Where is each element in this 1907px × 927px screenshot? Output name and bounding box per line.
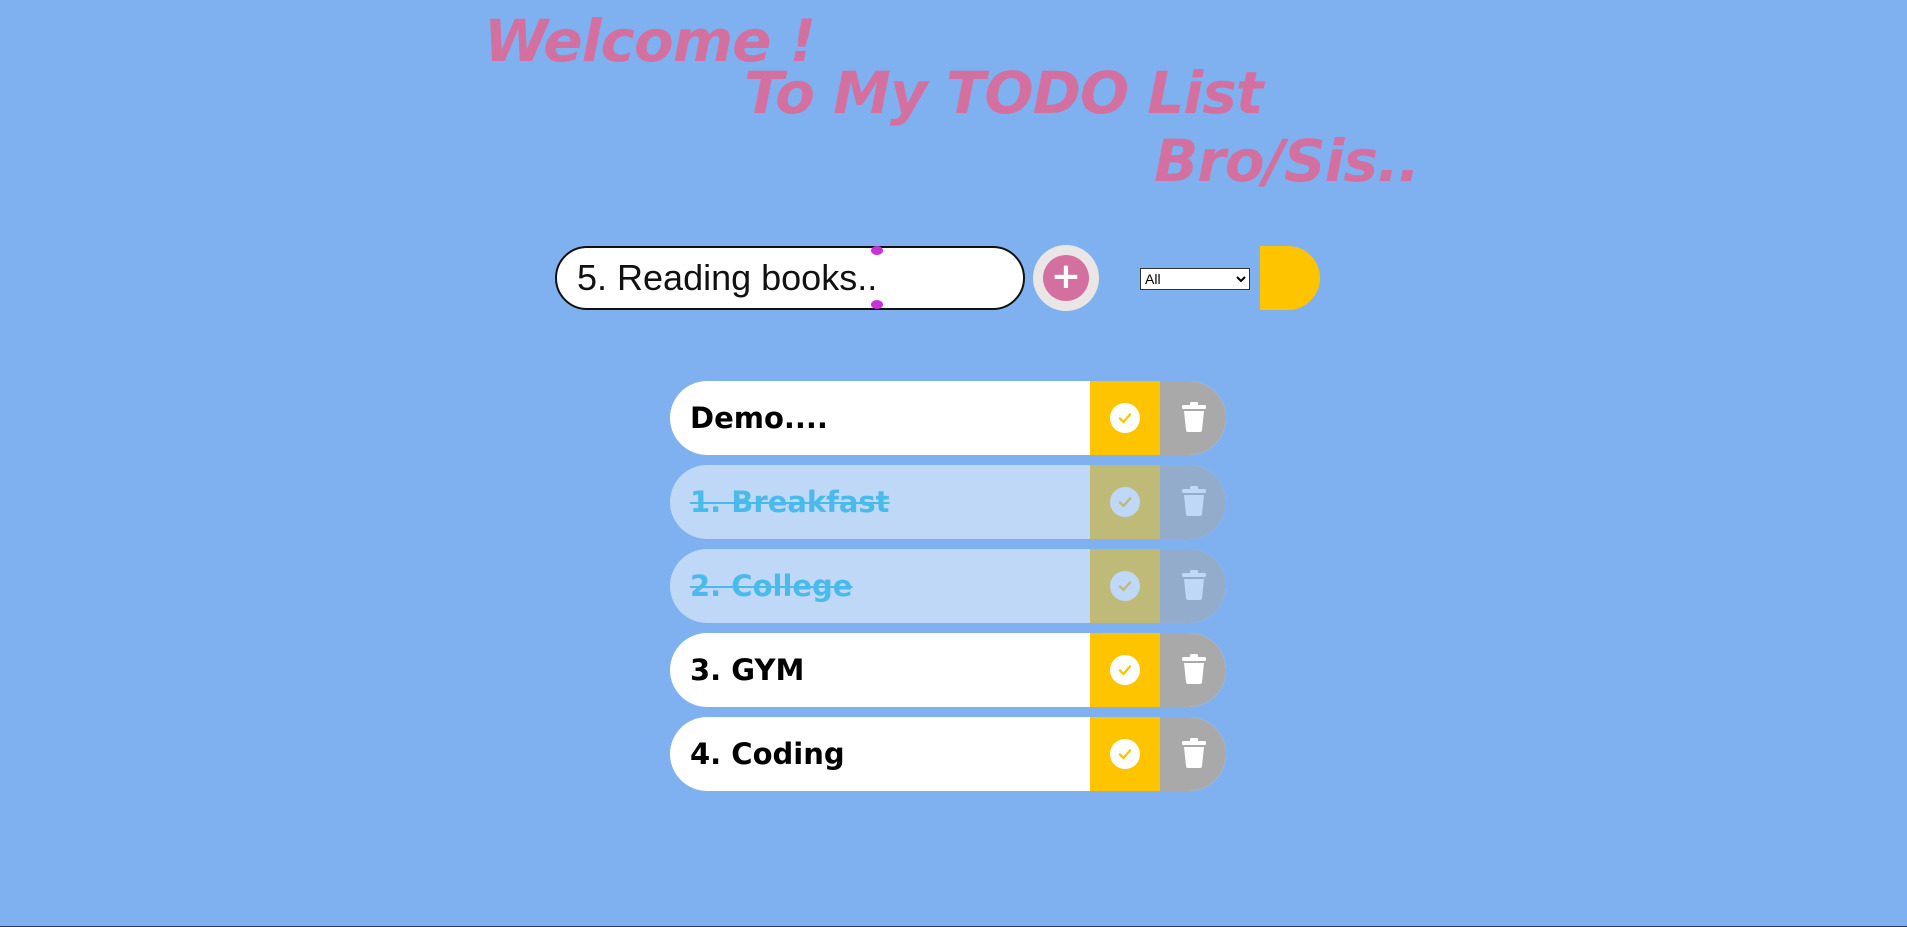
complete-button[interactable]	[1090, 549, 1160, 623]
filter-select[interactable]: All	[1140, 268, 1250, 290]
todo-list-heading: To My TODO List	[744, 59, 1263, 127]
delete-button[interactable]	[1160, 633, 1226, 707]
todo-item: 4. Coding	[670, 717, 1226, 791]
delete-button[interactable]	[1160, 465, 1226, 539]
todo-text: 2. College	[690, 569, 853, 603]
trash-icon	[1182, 485, 1206, 519]
trash-icon	[1182, 401, 1206, 435]
plus-icon: +	[1043, 255, 1089, 301]
complete-button[interactable]	[1090, 381, 1160, 455]
trash-icon	[1182, 737, 1206, 771]
trash-icon	[1182, 653, 1206, 687]
check-icon	[1110, 571, 1140, 601]
delete-button[interactable]	[1160, 549, 1226, 623]
bro-sis-heading: Bro/Sis..	[1154, 127, 1420, 195]
todo-text: Demo....	[690, 401, 828, 435]
selection-handle-top[interactable]	[871, 246, 883, 255]
check-icon	[1110, 739, 1140, 769]
todo-input-wrapper	[555, 246, 1025, 310]
todo-text: 1. Breakfast	[690, 485, 890, 519]
selection-handle-bottom[interactable]	[871, 300, 883, 309]
todo-item: 3. GYM	[670, 633, 1226, 707]
todo-item: Demo....	[670, 381, 1226, 455]
add-todo-button[interactable]: +	[1033, 245, 1099, 311]
todo-item: 2. College	[670, 549, 1226, 623]
todo-text: 4. Coding	[690, 737, 845, 771]
complete-button[interactable]	[1090, 717, 1160, 791]
todo-text: 3. GYM	[690, 653, 805, 687]
complete-button[interactable]	[1090, 633, 1160, 707]
todo-list: Demo.... 1. Breakfast 2. College 3. GYM 4. C…	[670, 381, 1226, 801]
complete-button[interactable]	[1090, 465, 1160, 539]
delete-button[interactable]	[1160, 717, 1226, 791]
check-icon	[1110, 487, 1140, 517]
trash-icon	[1182, 569, 1206, 603]
todo-input[interactable]	[557, 248, 1023, 308]
check-icon	[1110, 403, 1140, 433]
delete-button[interactable]	[1160, 381, 1226, 455]
check-icon	[1110, 655, 1140, 685]
filter-decoration	[1260, 246, 1320, 310]
todo-item: 1. Breakfast	[670, 465, 1226, 539]
